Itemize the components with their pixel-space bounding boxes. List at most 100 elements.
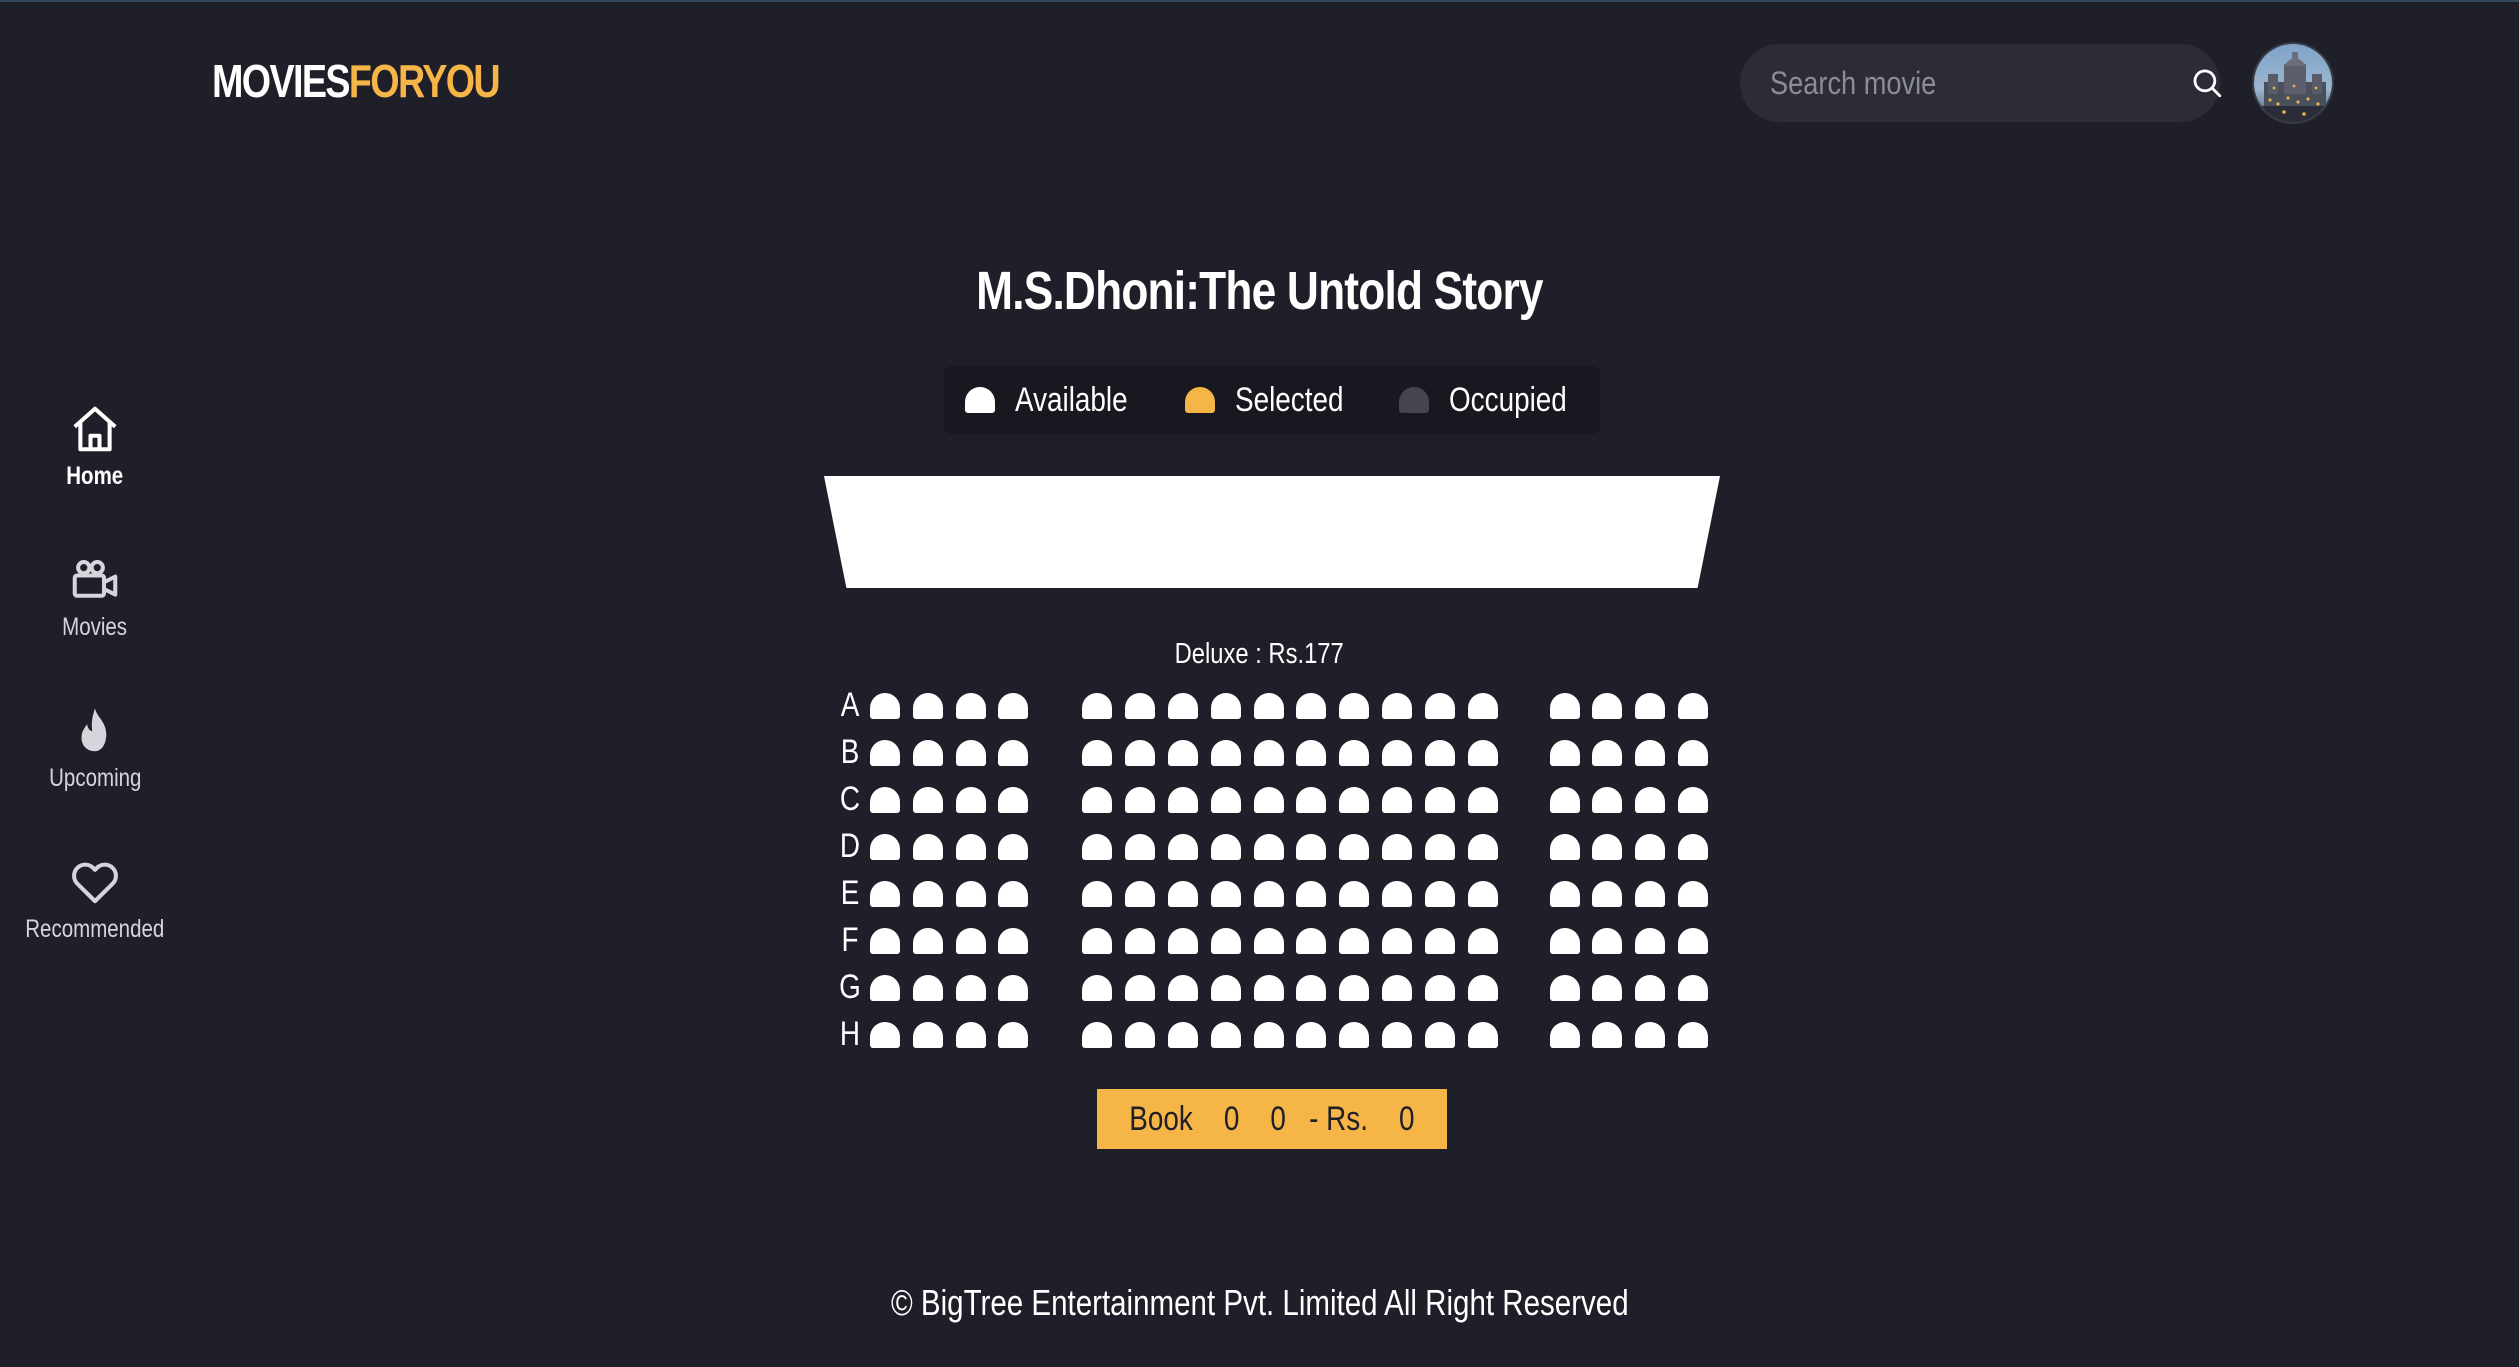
seat[interactable] xyxy=(998,974,1029,1001)
seat[interactable] xyxy=(998,833,1029,860)
seat[interactable] xyxy=(1167,1021,1198,1048)
seat[interactable] xyxy=(1592,692,1623,719)
seat[interactable] xyxy=(1253,739,1284,766)
seat[interactable] xyxy=(1125,739,1156,766)
seat[interactable] xyxy=(1082,739,1113,766)
user-avatar[interactable] xyxy=(2252,42,2334,124)
seat[interactable] xyxy=(1592,1021,1623,1048)
seat[interactable] xyxy=(1467,692,1498,719)
seat[interactable] xyxy=(1677,786,1708,813)
seat[interactable] xyxy=(998,880,1029,907)
seat[interactable] xyxy=(1677,739,1708,766)
seat[interactable] xyxy=(1424,1021,1455,1048)
search-input[interactable] xyxy=(1770,64,2127,102)
seat[interactable] xyxy=(1467,833,1498,860)
seat[interactable] xyxy=(912,1021,943,1048)
seat[interactable] xyxy=(1253,786,1284,813)
seat[interactable] xyxy=(1381,880,1412,907)
seat[interactable] xyxy=(1339,739,1370,766)
app-logo[interactable]: MOVIESFORYOU xyxy=(212,54,501,108)
seat[interactable] xyxy=(1381,692,1412,719)
seat[interactable] xyxy=(1381,927,1412,954)
seat[interactable] xyxy=(1125,692,1156,719)
seat[interactable] xyxy=(870,974,900,1001)
seat[interactable] xyxy=(1210,974,1241,1001)
seat[interactable] xyxy=(1339,786,1370,813)
seat[interactable] xyxy=(955,880,986,907)
seat[interactable] xyxy=(1296,927,1327,954)
seat[interactable] xyxy=(1339,880,1370,907)
seat[interactable] xyxy=(1424,786,1455,813)
seat[interactable] xyxy=(1677,692,1708,719)
seat[interactable] xyxy=(1677,833,1708,860)
seat[interactable] xyxy=(1082,1021,1113,1048)
seat[interactable] xyxy=(1635,786,1666,813)
seat[interactable] xyxy=(1467,1021,1498,1048)
seat[interactable] xyxy=(1125,786,1156,813)
seat[interactable] xyxy=(998,739,1029,766)
seat[interactable] xyxy=(1210,786,1241,813)
seat[interactable] xyxy=(1125,1021,1156,1048)
seat[interactable] xyxy=(1253,927,1284,954)
seat[interactable] xyxy=(1339,692,1370,719)
seat[interactable] xyxy=(955,692,986,719)
seat[interactable] xyxy=(1467,739,1498,766)
seat[interactable] xyxy=(870,833,900,860)
seat[interactable] xyxy=(1381,974,1412,1001)
seat[interactable] xyxy=(912,927,943,954)
seat[interactable] xyxy=(955,1021,986,1048)
sidebar-item-upcoming[interactable]: Upcoming xyxy=(0,704,190,855)
seat[interactable] xyxy=(1082,833,1113,860)
seat[interactable] xyxy=(1339,1021,1370,1048)
seat[interactable] xyxy=(1424,692,1455,719)
seat[interactable] xyxy=(1125,927,1156,954)
seat[interactable] xyxy=(1635,833,1666,860)
seat[interactable] xyxy=(1339,974,1370,1001)
seat[interactable] xyxy=(1296,692,1327,719)
seat[interactable] xyxy=(1082,786,1113,813)
seat[interactable] xyxy=(1296,974,1327,1001)
seat[interactable] xyxy=(1549,927,1580,954)
seat[interactable] xyxy=(1635,974,1666,1001)
seat[interactable] xyxy=(1125,880,1156,907)
seat[interactable] xyxy=(1082,692,1113,719)
seat[interactable] xyxy=(870,739,900,766)
seat[interactable] xyxy=(1635,1021,1666,1048)
seat[interactable] xyxy=(1549,880,1580,907)
sidebar-item-movies[interactable]: Movies xyxy=(0,553,190,704)
seat[interactable] xyxy=(912,739,943,766)
seat[interactable] xyxy=(1424,833,1455,860)
sidebar-item-home[interactable]: Home xyxy=(0,402,190,553)
seat[interactable] xyxy=(955,927,986,954)
seat[interactable] xyxy=(998,927,1029,954)
seat[interactable] xyxy=(1167,974,1198,1001)
seat[interactable] xyxy=(1253,974,1284,1001)
seat[interactable] xyxy=(955,833,986,860)
seat[interactable] xyxy=(1082,927,1113,954)
seat[interactable] xyxy=(1167,692,1198,719)
seat[interactable] xyxy=(912,786,943,813)
seat[interactable] xyxy=(1253,1021,1284,1048)
seat[interactable] xyxy=(1253,833,1284,860)
seat[interactable] xyxy=(1677,974,1708,1001)
seat[interactable] xyxy=(1592,880,1623,907)
search-icon[interactable] xyxy=(2190,66,2224,100)
seat[interactable] xyxy=(1167,880,1198,907)
seat[interactable] xyxy=(1635,880,1666,907)
seat[interactable] xyxy=(912,880,943,907)
seat[interactable] xyxy=(1549,1021,1580,1048)
seat[interactable] xyxy=(1424,739,1455,766)
seat[interactable] xyxy=(1339,927,1370,954)
seat[interactable] xyxy=(1592,927,1623,954)
seat[interactable] xyxy=(912,833,943,860)
seat[interactable] xyxy=(1125,833,1156,860)
seat[interactable] xyxy=(1549,974,1580,1001)
seat[interactable] xyxy=(1210,739,1241,766)
seat[interactable] xyxy=(1167,786,1198,813)
seat[interactable] xyxy=(870,1021,900,1048)
seat[interactable] xyxy=(1210,692,1241,719)
seat[interactable] xyxy=(998,786,1029,813)
seat[interactable] xyxy=(955,739,986,766)
seat[interactable] xyxy=(1253,692,1284,719)
seat[interactable] xyxy=(1210,1021,1241,1048)
